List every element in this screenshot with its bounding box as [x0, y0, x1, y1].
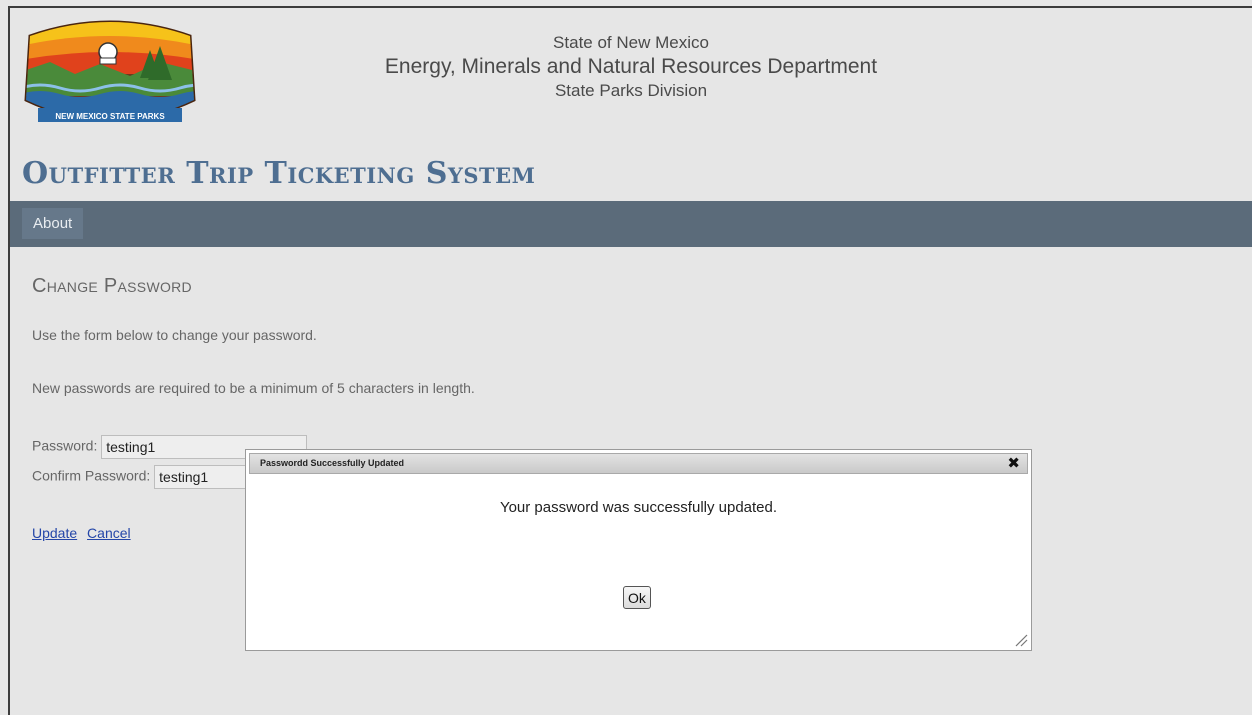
confirm-password-label: Confirm Password:: [32, 467, 151, 484]
page-title: Change Password: [32, 275, 192, 297]
ok-button[interactable]: Ok: [623, 586, 651, 609]
top-navbar: About: [10, 201, 1252, 247]
department-header: State of New Mexico Energy, Minerals and…: [10, 32, 1252, 102]
dialog-message: Your password was successfully updated.: [499, 499, 778, 516]
nav-item-about[interactable]: About: [22, 208, 84, 239]
logo-text: NEW MEXICO STATE PARKS: [55, 112, 165, 121]
success-dialog: Passwordd Successfully Updated ✖ Your pa…: [245, 449, 1032, 651]
app-title: Outfitter Trip Ticketing System: [22, 156, 536, 191]
resize-grip-icon[interactable]: [1014, 633, 1028, 647]
org-line-1: State of New Mexico: [553, 33, 709, 52]
org-line-2: Energy, Minerals and Natural Resources D…: [384, 55, 878, 78]
requirement-text: New passwords are required to be a minim…: [32, 380, 475, 396]
org-line-3: State Parks Division: [554, 81, 708, 100]
update-link[interactable]: Update: [32, 525, 77, 541]
intro-text: Use the form below to change your passwo…: [32, 327, 317, 343]
site-header: NEW MEXICO STATE PARKS State of New Mexi…: [10, 8, 1252, 201]
dialog-titlebar[interactable]: Passwordd Successfully Updated ✖: [249, 453, 1028, 474]
close-icon[interactable]: ✖: [1007, 455, 1020, 473]
password-label: Password:: [32, 437, 98, 454]
form-actions: Update Cancel: [32, 525, 137, 541]
cancel-link[interactable]: Cancel: [87, 525, 131, 541]
dialog-title: Passwordd Successfully Updated: [260, 458, 405, 468]
